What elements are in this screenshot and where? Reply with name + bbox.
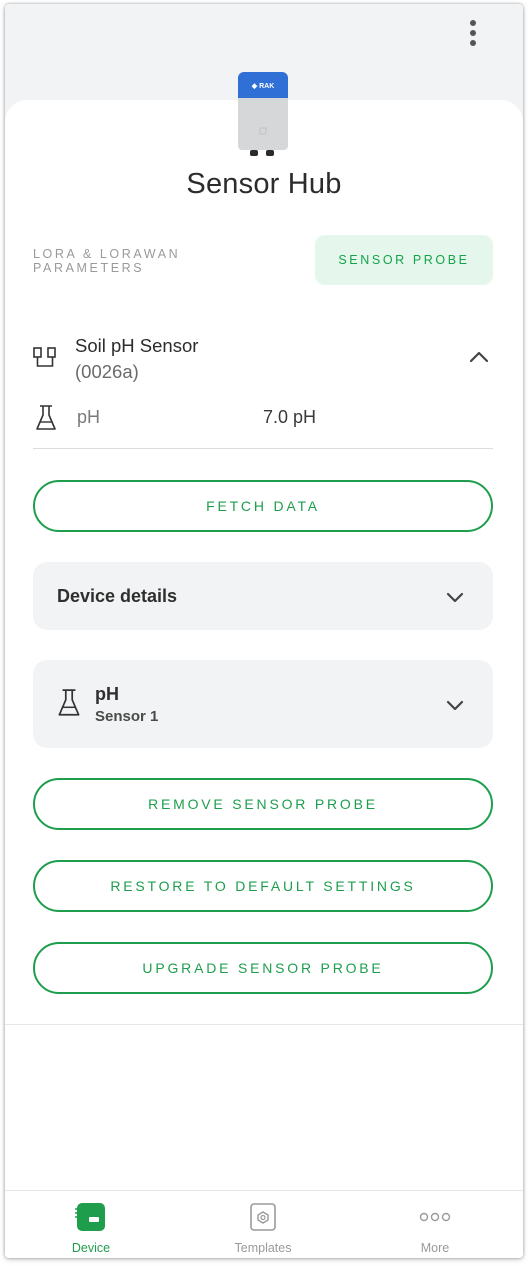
chevron-down-icon[interactable] <box>445 698 465 712</box>
upgrade-sensor-probe-button[interactable]: UPGRADE SENSOR PROBE <box>33 942 493 994</box>
sensor-id: (0026a) <box>75 361 139 382</box>
device-details-card[interactable]: Device details <box>33 562 493 630</box>
nav-device-label: Device <box>71 1241 111 1255</box>
nav-device[interactable]: Device <box>5 1191 177 1258</box>
tab-sensor-probe[interactable]: SENSOR PROBE <box>315 235 493 285</box>
reading-value: 7.0 pH <box>263 407 317 427</box>
bottom-navigation: Device Templates More <box>5 1190 523 1258</box>
flask-icon <box>36 405 56 430</box>
nav-more-label: More <box>420 1241 450 1255</box>
reading-label: pH <box>77 407 101 427</box>
ph-card-subtitle: Sensor 1 <box>95 708 159 725</box>
nav-templates[interactable]: Templates <box>177 1191 349 1258</box>
rak-device-icon: ◆ RAK <box>238 72 288 156</box>
svg-text:◆ RAK: ◆ RAK <box>251 83 275 90</box>
sensor-name: Soil pH Sensor <box>75 335 199 356</box>
nav-more[interactable]: More <box>349 1191 521 1258</box>
templates-icon <box>250 1203 276 1231</box>
nav-templates-label: Templates <box>234 1241 292 1255</box>
more-vertical-icon[interactable] <box>459 16 487 50</box>
page-title: Sensor Hub <box>186 168 342 200</box>
more-horizontal-icon <box>419 1212 451 1222</box>
divider <box>33 448 493 449</box>
restore-default-settings-button[interactable]: RESTORE TO DEFAULT SETTINGS <box>33 860 493 912</box>
probe-connector-icon <box>33 347 56 367</box>
flask-icon <box>58 689 80 716</box>
device-icon <box>75 1203 105 1231</box>
sheet-divider <box>5 1024 523 1025</box>
device-details-label: Device details <box>57 586 178 606</box>
chevron-down-icon[interactable] <box>445 590 465 604</box>
chevron-up-icon[interactable] <box>467 348 491 366</box>
remove-sensor-probe-button[interactable]: REMOVE SENSOR PROBE <box>33 778 493 830</box>
app-screen: ◆ RAK Sensor Hub LORA & LORAWAN PARAMETE… <box>5 4 523 1258</box>
ph-card-title: pH <box>95 684 119 704</box>
ph-sensor-card[interactable]: pH Sensor 1 <box>33 660 493 748</box>
tab-lora-lorawan-parameters[interactable]: LORA & LORAWAN PARAMETERS <box>33 236 293 286</box>
fetch-data-button[interactable]: FETCH DATA <box>33 480 493 532</box>
